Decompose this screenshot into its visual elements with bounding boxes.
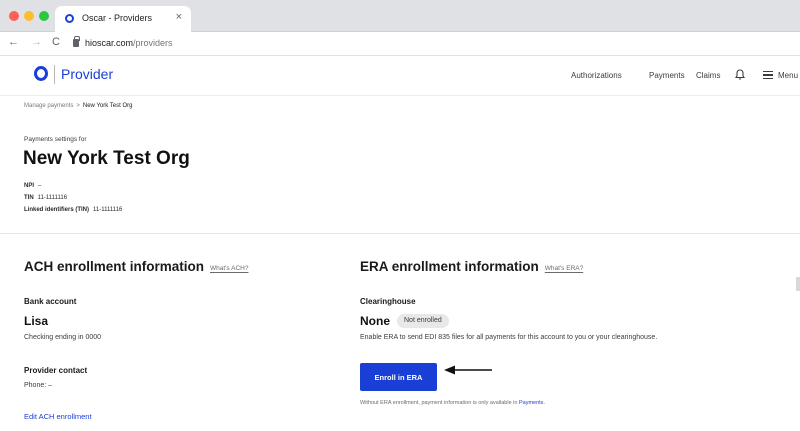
bank-account-name: Lisa bbox=[24, 314, 49, 328]
lock-icon bbox=[73, 36, 80, 47]
browser-tab[interactable]: Oscar - Providers × bbox=[55, 6, 191, 32]
era-note-text: Without ERA enrollment, payment informat… bbox=[360, 400, 519, 406]
payments-link[interactable]: Payments bbox=[519, 400, 543, 406]
enroll-in-era-button[interactable]: Enroll in ERA bbox=[360, 363, 437, 391]
page-title: New York Test Org bbox=[23, 148, 190, 169]
bell-icon[interactable] bbox=[735, 69, 745, 80]
tin-label: TIN bbox=[24, 195, 34, 201]
scrollbar[interactable] bbox=[796, 277, 800, 291]
nav-claims[interactable]: Claims bbox=[696, 71, 720, 80]
era-note: Without ERA enrollment, payment informat… bbox=[360, 400, 545, 406]
url-host: hioscar.com bbox=[85, 38, 134, 48]
npi-line: NPI – bbox=[24, 183, 41, 189]
tab-title: Oscar - Providers bbox=[82, 13, 153, 23]
breadcrumb-separator: > bbox=[76, 103, 80, 109]
clearinghouse-value: None bbox=[360, 314, 390, 328]
linked-identifiers-value: 11-1111116 bbox=[93, 207, 123, 213]
close-tab-icon[interactable]: × bbox=[176, 11, 182, 23]
status-badge: Not enrolled bbox=[397, 314, 449, 328]
provider-contact-phone: Phone: – bbox=[24, 382, 53, 389]
whats-ach-link[interactable]: What's ACH? bbox=[210, 265, 248, 272]
minimize-window-button[interactable] bbox=[24, 11, 34, 21]
era-description: Enable ERA to send EDI 835 files for all… bbox=[360, 334, 658, 341]
linked-identifiers-line: Linked identifiers (TIN) 11-1111116 bbox=[24, 207, 122, 213]
provider-contact-label: Provider contact bbox=[24, 366, 88, 375]
ach-section-title: ACH enrollment information What's ACH? bbox=[24, 259, 248, 274]
ach-title-text: ACH enrollment information bbox=[24, 259, 205, 274]
maximize-window-button[interactable] bbox=[39, 11, 49, 21]
close-window-button[interactable] bbox=[9, 11, 19, 21]
era-title-text: ERA enrollment information bbox=[360, 259, 539, 274]
address-bar: ← → C hioscar.com/providers bbox=[0, 32, 800, 56]
clearinghouse-label: Clearinghouse bbox=[360, 297, 416, 306]
tin-line: TIN 11-1111116 bbox=[24, 195, 67, 201]
breadcrumb-manage-payments[interactable]: Manage payments bbox=[24, 103, 73, 109]
app-header: Provider Authorizations Payments Claims … bbox=[0, 56, 800, 96]
back-arrow-icon[interactable]: ← bbox=[8, 36, 19, 48]
left-arrow-icon bbox=[444, 365, 492, 375]
bank-account-label: Bank account bbox=[24, 297, 77, 306]
section-divider bbox=[0, 233, 800, 234]
logo-text[interactable]: Provider bbox=[61, 66, 113, 82]
url-path: /providers bbox=[133, 38, 173, 48]
npi-value: – bbox=[38, 183, 42, 189]
oscar-favicon-icon bbox=[65, 14, 74, 23]
breadcrumb: Manage payments > New York Test Org bbox=[24, 103, 132, 109]
forward-arrow-icon[interactable]: → bbox=[31, 36, 42, 48]
bank-account-detail: Checking ending in 0000 bbox=[24, 334, 102, 341]
settings-label: Payments settings for bbox=[24, 136, 87, 143]
url-field[interactable]: hioscar.com/providers bbox=[85, 38, 173, 48]
logo-divider bbox=[54, 65, 55, 84]
nav-menu[interactable]: Menu bbox=[778, 71, 798, 80]
linked-identifiers-label: Linked identifiers (TIN) bbox=[24, 207, 90, 213]
reload-icon[interactable]: C bbox=[52, 36, 60, 48]
edit-ach-enrollment-link[interactable]: Edit ACH enrollment bbox=[24, 412, 92, 421]
npi-label: NPI bbox=[24, 183, 35, 189]
nav-authorizations[interactable]: Authorizations bbox=[571, 71, 622, 80]
oscar-logo-icon[interactable] bbox=[34, 66, 48, 81]
nav-payments[interactable]: Payments bbox=[649, 71, 685, 80]
tin-value: 11-1111116 bbox=[37, 195, 68, 201]
browser-tab-bar: Oscar - Providers × bbox=[0, 0, 800, 32]
hamburger-menu-icon[interactable] bbox=[763, 71, 773, 79]
whats-era-link[interactable]: What's ERA? bbox=[545, 265, 583, 272]
breadcrumb-current: New York Test Org bbox=[82, 103, 133, 109]
era-section-title: ERA enrollment information What's ERA? bbox=[360, 259, 583, 274]
era-note-suffix: . bbox=[543, 400, 545, 406]
